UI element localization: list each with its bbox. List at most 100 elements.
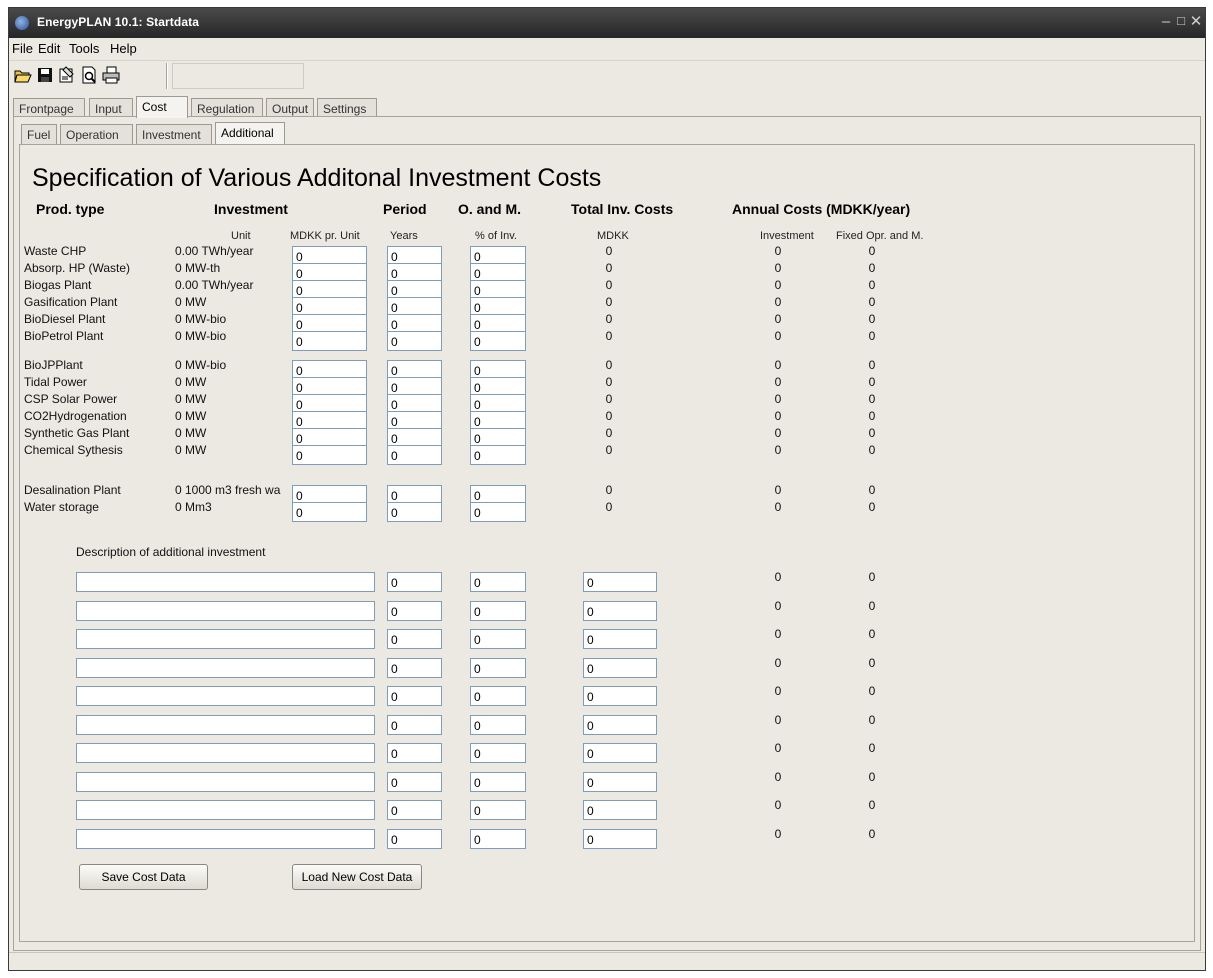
om-input[interactable]: 0 <box>470 686 526 706</box>
description-input[interactable] <box>76 772 375 792</box>
period-input[interactable]: 0 <box>387 686 442 706</box>
annual-investment-value: 0 <box>774 426 782 440</box>
period-input[interactable]: 0 <box>387 572 442 592</box>
annual-fixed-value: 0 <box>868 409 876 423</box>
investment-input[interactable]: 0 <box>292 445 367 465</box>
tab-cost[interactable]: Cost <box>136 96 188 118</box>
subheader-unit: Unit <box>231 230 251 242</box>
close-icon[interactable]: ✕ <box>1189 14 1203 29</box>
annual-fixed-value: 0 <box>868 713 876 727</box>
save-cost-data-button[interactable]: Save Cost Data <box>79 864 208 890</box>
annual-investment-value: 0 <box>774 656 782 670</box>
om-input[interactable]: 0 <box>470 829 526 849</box>
save-icon[interactable] <box>35 65 55 85</box>
description-input[interactable] <box>76 629 375 649</box>
row-name: BioJPPlant <box>24 358 83 372</box>
row-amount: 0 MW <box>175 375 207 389</box>
annual-investment-value: 0 <box>774 684 782 698</box>
subtab-operation[interactable]: Operation <box>60 124 133 144</box>
tab-output[interactable]: Output <box>266 98 314 118</box>
total-inv-input[interactable]: 0 <box>583 686 657 706</box>
period-input[interactable]: 0 <box>387 601 442 621</box>
om-input[interactable]: 0 <box>470 629 526 649</box>
description-input[interactable] <box>76 800 375 820</box>
om-input[interactable]: 0 <box>470 715 526 735</box>
col-header-investment: Investment <box>214 201 288 217</box>
row-name: BioPetrol Plant <box>24 329 104 343</box>
minimize-icon[interactable]: – <box>1159 14 1173 29</box>
menu-tools[interactable]: Tools <box>69 41 99 56</box>
maximize-icon[interactable]: □ <box>1174 13 1188 28</box>
period-input[interactable]: 0 <box>387 629 442 649</box>
tab-input[interactable]: Input <box>89 98 133 118</box>
description-input[interactable] <box>76 686 375 706</box>
annual-investment-value: 0 <box>774 278 782 292</box>
subtab-investment[interactable]: Investment <box>136 124 212 144</box>
app-logo-icon <box>15 16 29 30</box>
annual-fixed-value: 0 <box>868 656 876 670</box>
description-input[interactable] <box>76 715 375 735</box>
om-input[interactable]: 0 <box>470 800 526 820</box>
description-input[interactable] <box>76 743 375 763</box>
row-amount: 0 MW <box>175 295 207 309</box>
row-name: CSP Solar Power <box>24 392 118 406</box>
subtab-additional[interactable]: Additional <box>215 122 285 144</box>
annual-fixed-value: 0 <box>868 798 876 812</box>
om-input[interactable]: 0 <box>470 572 526 592</box>
row-amount: 0 MW-th <box>175 261 221 275</box>
description-input[interactable] <box>76 829 375 849</box>
tab-regulation[interactable]: Regulation <box>191 98 263 118</box>
description-input[interactable] <box>76 658 375 678</box>
annual-investment-value: 0 <box>774 392 782 406</box>
total-inv-input[interactable]: 0 <box>583 829 657 849</box>
total-inv-input[interactable]: 0 <box>583 572 657 592</box>
period-input[interactable]: 0 <box>387 445 442 465</box>
om-input[interactable]: 0 <box>470 658 526 678</box>
menu-help[interactable]: Help <box>110 41 137 56</box>
om-input[interactable]: 0 <box>470 743 526 763</box>
toolbar <box>9 60 1205 89</box>
properties-icon[interactable] <box>57 65 77 85</box>
om-input[interactable]: 0 <box>470 772 526 792</box>
period-input[interactable]: 0 <box>387 829 442 849</box>
annual-fixed-value: 0 <box>868 570 876 584</box>
menu-file[interactable]: File <box>12 41 33 56</box>
period-input[interactable]: 0 <box>387 502 442 522</box>
menu-edit[interactable]: Edit <box>38 41 60 56</box>
investment-input[interactable]: 0 <box>292 502 367 522</box>
total-inv-input[interactable]: 0 <box>583 800 657 820</box>
period-input[interactable]: 0 <box>387 331 442 351</box>
total-inv-input[interactable]: 0 <box>583 772 657 792</box>
period-input[interactable]: 0 <box>387 772 442 792</box>
total-inv-input[interactable]: 0 <box>583 743 657 763</box>
om-input[interactable]: 0 <box>470 502 526 522</box>
total-inv-input[interactable]: 0 <box>583 658 657 678</box>
om-input[interactable]: 0 <box>470 445 526 465</box>
total-inv-value: 0 <box>605 312 613 326</box>
col-header-total: Total Inv. Costs <box>571 201 674 217</box>
tab-frontpage[interactable]: Frontpage <box>13 98 85 118</box>
total-inv-input[interactable]: 0 <box>583 629 657 649</box>
load-new-cost-data-button[interactable]: Load New Cost Data <box>292 864 422 890</box>
print-icon[interactable] <box>101 65 121 85</box>
period-input[interactable]: 0 <box>387 715 442 735</box>
tab-settings[interactable]: Settings <box>317 98 377 118</box>
subtab-fuel[interactable]: Fuel <box>21 124 57 144</box>
investment-input[interactable]: 0 <box>292 331 367 351</box>
om-input[interactable]: 0 <box>470 601 526 621</box>
subheader-mdkk-pr-unit: MDKK pr. Unit <box>290 230 360 242</box>
annual-fixed-value: 0 <box>868 741 876 755</box>
period-input[interactable]: 0 <box>387 658 442 678</box>
period-input[interactable]: 0 <box>387 743 442 763</box>
total-inv-input[interactable]: 0 <box>583 601 657 621</box>
description-input[interactable] <box>76 572 375 592</box>
print-preview-icon[interactable] <box>79 65 99 85</box>
annual-investment-value: 0 <box>774 798 782 812</box>
period-input[interactable]: 0 <box>387 800 442 820</box>
om-input[interactable]: 0 <box>470 331 526 351</box>
row-name: Gasification Plant <box>24 295 118 309</box>
total-inv-input[interactable]: 0 <box>583 715 657 735</box>
description-input[interactable] <box>76 601 375 621</box>
open-icon[interactable] <box>13 65 33 85</box>
window-title: EnergyPLAN 10.1: Startdata <box>37 15 199 29</box>
